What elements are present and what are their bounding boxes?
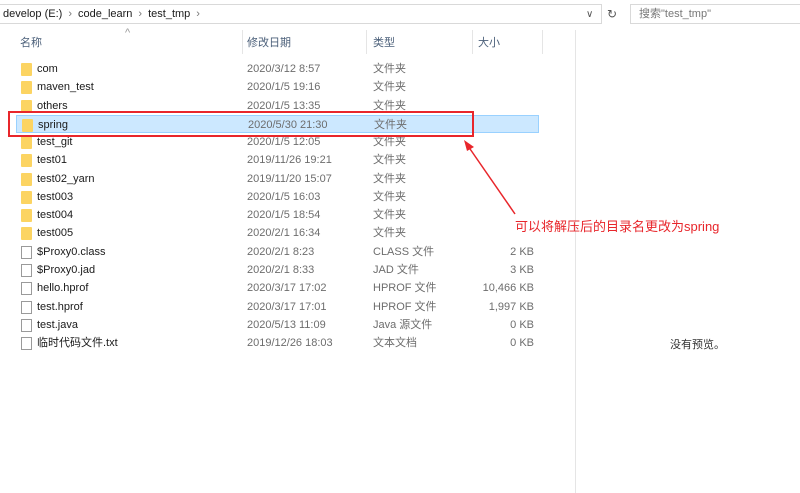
annotation-text: 可以将解压后的目录名更改为spring xyxy=(515,219,720,234)
annotation-arrow xyxy=(464,140,516,215)
